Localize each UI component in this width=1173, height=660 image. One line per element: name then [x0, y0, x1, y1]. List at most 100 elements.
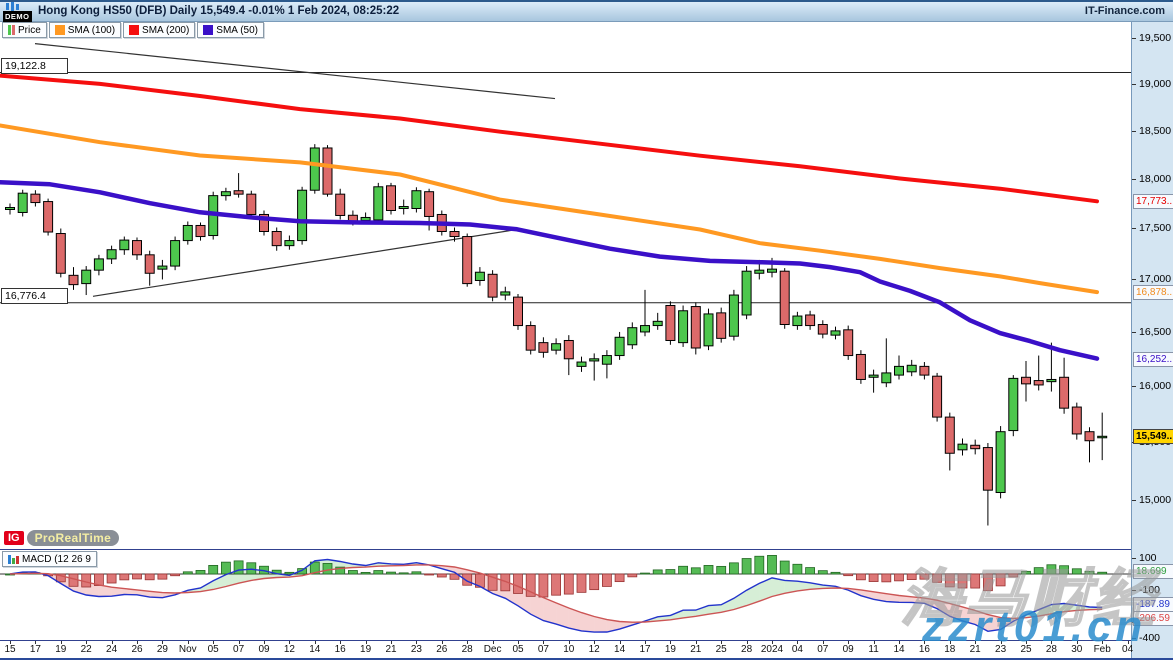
macd-histogram-bar: [1098, 572, 1107, 574]
date-tick-label: 10: [563, 644, 574, 655]
macd-histogram-bar: [704, 565, 713, 574]
macd-histogram-bar: [806, 568, 815, 574]
macd-histogram-bar: [895, 574, 904, 581]
candle-body: [412, 191, 421, 209]
candle-body: [298, 190, 307, 240]
candle-body: [742, 271, 751, 315]
legend-chip-sma100[interactable]: SMA (100): [49, 22, 121, 38]
date-axis[interactable]: 15171922242629Nov0507091214161921232628D…: [0, 641, 1131, 658]
macd-tick-label: -100: [1139, 584, 1160, 596]
macd-histogram-bar: [412, 572, 421, 574]
axis-tick: [1132, 131, 1136, 132]
candle-body: [577, 362, 586, 366]
price-chart-canvas[interactable]: [0, 0, 1173, 660]
candle-body: [958, 444, 967, 450]
indicator-legend: Price SMA (100) SMA (200) SMA (50): [0, 22, 264, 38]
candle-body: [310, 148, 319, 190]
macd-settings-chip[interactable]: MACD (12 26 9: [2, 551, 97, 567]
macd-histogram-bar: [996, 574, 1005, 586]
date-tick: [1128, 641, 1129, 644]
candle-body: [361, 217, 370, 220]
candle-body: [806, 315, 815, 326]
candle-body: [425, 192, 434, 217]
date-tick: [391, 641, 392, 644]
date-tick: [188, 641, 189, 644]
candle-body: [399, 207, 408, 209]
candle-body: [145, 255, 154, 273]
axis-tick: [1132, 590, 1136, 591]
macd-histogram-bar: [577, 574, 586, 592]
macd-histogram-bar: [1060, 566, 1069, 574]
date-tick-label: 17: [30, 644, 41, 655]
candle-body: [1098, 436, 1107, 438]
pane-separator[interactable]: [0, 549, 1131, 550]
candle-body: [183, 225, 192, 240]
date-tick-label: 21: [385, 644, 396, 655]
date-tick-label: 19: [360, 644, 371, 655]
date-tick: [467, 641, 468, 644]
candle-body: [450, 232, 459, 237]
date-tick: [950, 641, 951, 644]
date-tick-label: Dec: [484, 644, 502, 655]
macd-histogram-bar: [653, 570, 662, 574]
date-tick-label: 12: [589, 644, 600, 655]
candle-body: [552, 344, 561, 350]
price-tick-label: 17,000: [1139, 273, 1171, 285]
chart-application-window: DEMO Hong Kong HS50 (DFB) Daily 15,549.4…: [0, 0, 1173, 660]
date-tick-label: Nov: [179, 644, 197, 655]
date-tick-label: 24: [106, 644, 117, 655]
date-tick-label: 30: [1071, 644, 1082, 655]
macd-histogram-bar: [539, 574, 548, 597]
candle-body: [107, 250, 116, 259]
candle-body: [641, 326, 650, 332]
candle-body: [666, 306, 675, 341]
candle-body: [704, 314, 713, 346]
legend-chip-sma200[interactable]: SMA (200): [123, 22, 195, 38]
candle-body: [628, 328, 637, 345]
date-tick: [747, 641, 748, 644]
resistance-level-label: 19,122.8: [1, 58, 68, 74]
date-tick: [264, 641, 265, 644]
date-tick-label: 14: [309, 644, 320, 655]
legend-chip-price[interactable]: Price: [2, 22, 47, 38]
date-tick: [975, 641, 976, 644]
macd-histogram-bar: [145, 574, 154, 580]
macd-histogram-bar: [120, 574, 129, 580]
date-tick: [340, 641, 341, 644]
date-tick-label: 07: [233, 644, 244, 655]
date-tick-label: 25: [716, 644, 727, 655]
date-tick: [1026, 641, 1027, 644]
date-tick: [569, 641, 570, 644]
legend-chip-sma50[interactable]: SMA (50): [197, 22, 264, 38]
macd-histogram-bar: [856, 574, 865, 580]
macd-histogram-bar: [171, 574, 180, 576]
sma50-value-label: 16,252..: [1133, 352, 1173, 367]
macd-tick-label: 100: [1139, 552, 1157, 564]
date-tick: [670, 641, 671, 644]
date-tick: [772, 641, 773, 644]
axis-tick: [1132, 500, 1136, 501]
date-tick-label: 23: [411, 644, 422, 655]
date-tick: [543, 641, 544, 644]
candle-body: [945, 417, 954, 453]
date-tick: [518, 641, 519, 644]
sma100-value-label: 16,878..: [1133, 285, 1173, 300]
macd-histogram-bar: [945, 574, 954, 587]
candle-body: [18, 193, 27, 212]
date-tick: [442, 641, 443, 644]
date-tick: [797, 641, 798, 644]
macd-histogram-bar: [514, 574, 523, 593]
macd-tick-label: -400: [1139, 632, 1160, 644]
candle-body: [514, 297, 523, 325]
macd-histogram-bar: [209, 565, 218, 574]
macd-histogram-bar: [590, 574, 599, 590]
prorealtime-logo[interactable]: IG ProRealTime: [4, 529, 119, 546]
candle-body: [285, 241, 294, 246]
candle-body: [907, 365, 916, 372]
date-tick: [721, 641, 722, 644]
candle-body: [69, 275, 78, 284]
candle-body: [171, 241, 180, 266]
date-tick-label: 18: [944, 644, 955, 655]
date-tick-label: 21: [970, 644, 981, 655]
macd-histogram-bar: [387, 572, 396, 574]
